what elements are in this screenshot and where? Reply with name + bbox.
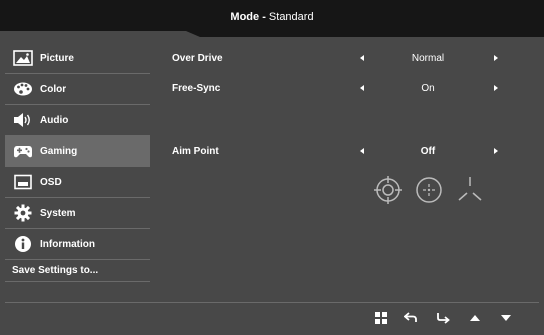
sidebar-item-label: Color — [40, 83, 67, 95]
setting-value: Off — [420, 146, 436, 157]
sidebar-item-audio[interactable]: Audio — [5, 105, 150, 136]
down-icon[interactable] — [499, 311, 513, 325]
info-icon — [12, 235, 34, 253]
footer-bar — [0, 311, 544, 325]
crosshair-circle-icon[interactable] — [373, 175, 403, 205]
arrow-right-icon[interactable] — [494, 148, 498, 154]
setting-name: Over Drive — [172, 53, 223, 64]
header-mode: Standard — [268, 11, 314, 23]
sidebar-item-label: Picture — [40, 52, 74, 64]
setting-row-over-drive[interactable]: Over Drive Normal — [172, 53, 502, 69]
sidebar-item-gaming[interactable]: Gaming — [5, 136, 150, 167]
setting-name: Aim Point — [172, 146, 219, 157]
header-label: Mode — [230, 11, 260, 23]
sidebar-item-label: Audio — [40, 114, 69, 126]
setting-name: Free-Sync — [172, 83, 221, 94]
speaker-icon — [12, 111, 34, 129]
arrow-left-icon[interactable] — [360, 55, 364, 61]
setting-row-aim-point[interactable]: Aim Point Off — [172, 146, 502, 162]
setting-value: On — [421, 83, 435, 94]
enter-icon[interactable] — [436, 311, 450, 325]
picture-icon — [12, 49, 34, 67]
sidebar-item-picture[interactable]: Picture — [5, 43, 150, 74]
osd-icon — [12, 173, 34, 191]
sidebar-item-label: Information — [40, 238, 95, 250]
save-settings-item[interactable]: Save Settings to... — [5, 260, 150, 282]
sidebar-item-color[interactable]: Color — [5, 74, 150, 105]
palette-icon — [12, 80, 34, 98]
sidebar-item-label: OSD — [40, 176, 62, 188]
setting-row-free-sync[interactable]: Free-Sync On — [172, 83, 502, 99]
arrow-right-icon[interactable] — [494, 55, 498, 61]
gear-icon — [12, 204, 34, 222]
footer-divider — [5, 302, 539, 303]
sidebar-item-osd[interactable]: OSD — [5, 167, 150, 198]
crosshair-dotted-circle-icon[interactable] — [414, 175, 444, 205]
sidebar-item-system[interactable]: System — [5, 198, 150, 229]
sidebar-item-label: System — [40, 207, 76, 219]
sidebar-item-information[interactable]: Information — [5, 229, 150, 260]
header-separator: - — [259, 11, 269, 23]
arrow-left-icon[interactable] — [360, 85, 364, 91]
crosshair-tri-icon[interactable] — [455, 175, 485, 205]
menu-grid-icon[interactable] — [374, 311, 388, 325]
gamepad-icon — [12, 142, 34, 160]
setting-value: Normal — [411, 53, 445, 64]
sidebar-item-label: Gaming — [40, 145, 78, 157]
sidebar: Picture Color Audio Gaming OSD System In… — [5, 43, 150, 282]
arrow-right-icon[interactable] — [494, 85, 498, 91]
back-icon[interactable] — [404, 311, 418, 325]
aim-point-options — [373, 175, 488, 205]
up-icon[interactable] — [468, 311, 482, 325]
arrow-left-icon[interactable] — [360, 148, 364, 154]
header-title: Mode - Standard — [0, 11, 544, 23]
osd-menu: Mode - Standard Picture Color Audio Gami… — [0, 0, 544, 335]
